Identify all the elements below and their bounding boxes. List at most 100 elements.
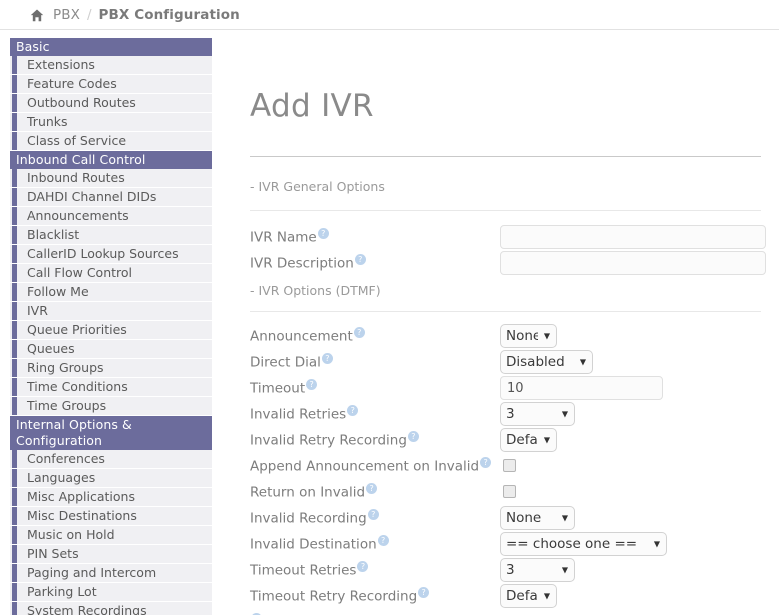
help-icon[interactable]: ? bbox=[407, 431, 419, 442]
sidebar-item-ivr[interactable]: IVR bbox=[10, 302, 212, 321]
sidebar-item-dahdi-channel-dids[interactable]: DAHDI Channel DIDs bbox=[10, 188, 212, 207]
sidebar-item-class-of-service[interactable]: Class of Service bbox=[10, 132, 212, 151]
timeout-retries-select[interactable]: 3 bbox=[500, 558, 575, 582]
sidebar-item-call-flow-control[interactable]: Call Flow Control bbox=[10, 264, 212, 283]
help-icon[interactable]: ? bbox=[317, 228, 329, 239]
control-invalid-retry-recording: Default bbox=[500, 428, 761, 452]
label-timeout-retry-recording-text: Timeout Retry Recording bbox=[250, 588, 418, 605]
label-invalid-destination-text: Invalid Destination bbox=[250, 536, 377, 553]
sidebar-item-time-groups[interactable]: Time Groups bbox=[10, 397, 212, 416]
return-on-invalid-checkbox[interactable] bbox=[503, 485, 516, 498]
sidebar-item-languages[interactable]: Languages bbox=[10, 469, 212, 488]
ivr-name-input[interactable] bbox=[500, 225, 766, 249]
announcement-select-wrap: None bbox=[500, 324, 557, 348]
field-row-invalid-retries: Invalid Retries? 3 bbox=[250, 402, 761, 428]
sidebar-item-announcements[interactable]: Announcements bbox=[10, 207, 212, 226]
sidebar-group-basic: Basic bbox=[10, 38, 212, 56]
label-invalid-recording-text: Invalid Recording bbox=[250, 510, 367, 527]
field-row-direct-dial: Direct Dial? Disabled bbox=[250, 350, 761, 376]
sidebar-item-blacklist[interactable]: Blacklist bbox=[10, 226, 212, 245]
label-timeout-retries: Timeout Retries? bbox=[250, 558, 500, 581]
help-icon[interactable]: ? bbox=[377, 535, 389, 546]
control-invalid-destination: == choose one == bbox=[500, 532, 761, 556]
sidebar-item-callerid-lookup-sources[interactable]: CallerID Lookup Sources bbox=[10, 245, 212, 264]
help-icon[interactable]: ? bbox=[367, 509, 379, 520]
label-timeout-text: Timeout bbox=[250, 380, 306, 397]
sidebar-item-trunks[interactable]: Trunks bbox=[10, 113, 212, 132]
help-icon[interactable]: ? bbox=[354, 254, 366, 265]
invalid-retry-recording-select-wrap: Default bbox=[500, 428, 557, 452]
control-partial-next bbox=[500, 610, 761, 615]
invalid-retries-select-wrap: 3 bbox=[500, 402, 575, 426]
sidebar-item-outbound-routes[interactable]: Outbound Routes bbox=[10, 94, 212, 113]
field-row-timeout: Timeout? bbox=[250, 376, 761, 402]
direct-dial-select[interactable]: Disabled bbox=[500, 350, 593, 374]
help-icon[interactable]: ? bbox=[366, 483, 378, 494]
help-icon[interactable]: ? bbox=[353, 327, 365, 338]
label-announcement: Announcement? bbox=[250, 324, 500, 347]
timeout-input[interactable] bbox=[500, 376, 663, 400]
sidebar-item-queues[interactable]: Queues bbox=[10, 340, 212, 359]
sidebar-item-parking-lot[interactable]: Parking Lot bbox=[10, 583, 212, 602]
breadcrumb-item-pbx[interactable]: PBX bbox=[53, 7, 80, 23]
help-icon[interactable]: ? bbox=[347, 405, 359, 416]
section-label-general: - IVR General Options bbox=[250, 179, 385, 194]
control-ivr-name bbox=[500, 225, 766, 249]
sidebar-item-follow-me[interactable]: Follow Me bbox=[10, 283, 212, 302]
sidebar-group-internal-options-configuration: Internal Options & Configuration bbox=[10, 416, 212, 450]
title-divider bbox=[250, 156, 761, 157]
invalid-retries-select[interactable]: 3 bbox=[500, 402, 575, 426]
label-return-on-invalid: Return on Invalid? bbox=[250, 480, 500, 503]
help-icon[interactable]: ? bbox=[480, 457, 492, 468]
label-append-announcement-on-invalid-text: Append Announcement on Invalid bbox=[250, 458, 480, 475]
help-icon[interactable]: ? bbox=[306, 379, 318, 390]
invalid-recording-select-wrap: None bbox=[500, 506, 575, 530]
label-invalid-destination: Invalid Destination? bbox=[250, 532, 500, 555]
announcement-select[interactable]: None bbox=[500, 324, 557, 348]
invalid-destination-select[interactable]: == choose one == bbox=[500, 532, 667, 556]
ivr-description-input[interactable] bbox=[500, 251, 766, 275]
control-direct-dial: Disabled bbox=[500, 350, 761, 374]
timeout-retries-select-wrap: 3 bbox=[500, 558, 575, 582]
label-ivr-name: IVR Name? bbox=[250, 225, 500, 248]
append-announcement-on-invalid-checkbox[interactable] bbox=[503, 459, 516, 472]
sidebar-item-misc-destinations[interactable]: Misc Destinations bbox=[10, 507, 212, 526]
help-icon[interactable]: ? bbox=[357, 561, 369, 572]
sidebar-item-misc-applications[interactable]: Misc Applications bbox=[10, 488, 212, 507]
sidebar-item-queue-priorities[interactable]: Queue Priorities bbox=[10, 321, 212, 340]
timeout-retry-recording-select[interactable]: Default bbox=[500, 584, 557, 608]
field-row-return-on-invalid: Return on Invalid? bbox=[250, 480, 761, 506]
control-return-on-invalid bbox=[500, 480, 761, 498]
invalid-retry-recording-select[interactable]: Default bbox=[500, 428, 557, 452]
control-timeout bbox=[500, 376, 761, 400]
label-invalid-retry-recording-text: Invalid Retry Recording bbox=[250, 432, 407, 449]
sidebar-nav: Basic Extensions Feature Codes Outbound … bbox=[10, 38, 212, 615]
sidebar-item-time-conditions[interactable]: Time Conditions bbox=[10, 378, 212, 397]
label-direct-dial-text: Direct Dial bbox=[250, 354, 321, 371]
sidebar-item-feature-codes[interactable]: Feature Codes bbox=[10, 75, 212, 94]
field-row-append-announcement-on-invalid: Append Announcement on Invalid? bbox=[250, 454, 761, 480]
breadcrumb-item-pbx-configuration[interactable]: PBX Configuration bbox=[99, 7, 240, 23]
sidebar-item-music-on-hold[interactable]: Music on Hold bbox=[10, 526, 212, 545]
sidebar-item-ring-groups[interactable]: Ring Groups bbox=[10, 359, 212, 378]
sidebar-item-system-recordings[interactable]: System Recordings bbox=[10, 602, 212, 615]
help-icon[interactable]: ? bbox=[418, 587, 430, 598]
invalid-recording-select[interactable]: None bbox=[500, 506, 575, 530]
field-row-announcement: Announcement? None bbox=[250, 324, 761, 350]
sidebar-item-paging-and-intercom[interactable]: Paging and Intercom bbox=[10, 564, 212, 583]
field-row-invalid-retry-recording: Invalid Retry Recording? Default bbox=[250, 428, 761, 454]
sidebar-item-extensions[interactable]: Extensions bbox=[10, 56, 212, 75]
sidebar-group-inbound-call-control: Inbound Call Control bbox=[10, 151, 212, 169]
sidebar: Basic Extensions Feature Codes Outbound … bbox=[0, 30, 212, 615]
label-invalid-retries: Invalid Retries? bbox=[250, 402, 500, 425]
home-icon[interactable] bbox=[30, 9, 44, 22]
sidebar-item-inbound-routes[interactable]: Inbound Routes bbox=[10, 169, 212, 188]
sidebar-item-pin-sets[interactable]: PIN Sets bbox=[10, 545, 212, 564]
control-timeout-retries: 3 bbox=[500, 558, 761, 582]
sidebar-item-conferences[interactable]: Conferences bbox=[10, 450, 212, 469]
field-row-ivr-description: IVR Description? bbox=[250, 251, 766, 277]
help-icon[interactable]: ? bbox=[321, 353, 333, 364]
label-ivr-description-text: IVR Description bbox=[250, 255, 354, 272]
label-direct-dial: Direct Dial? bbox=[250, 350, 500, 373]
